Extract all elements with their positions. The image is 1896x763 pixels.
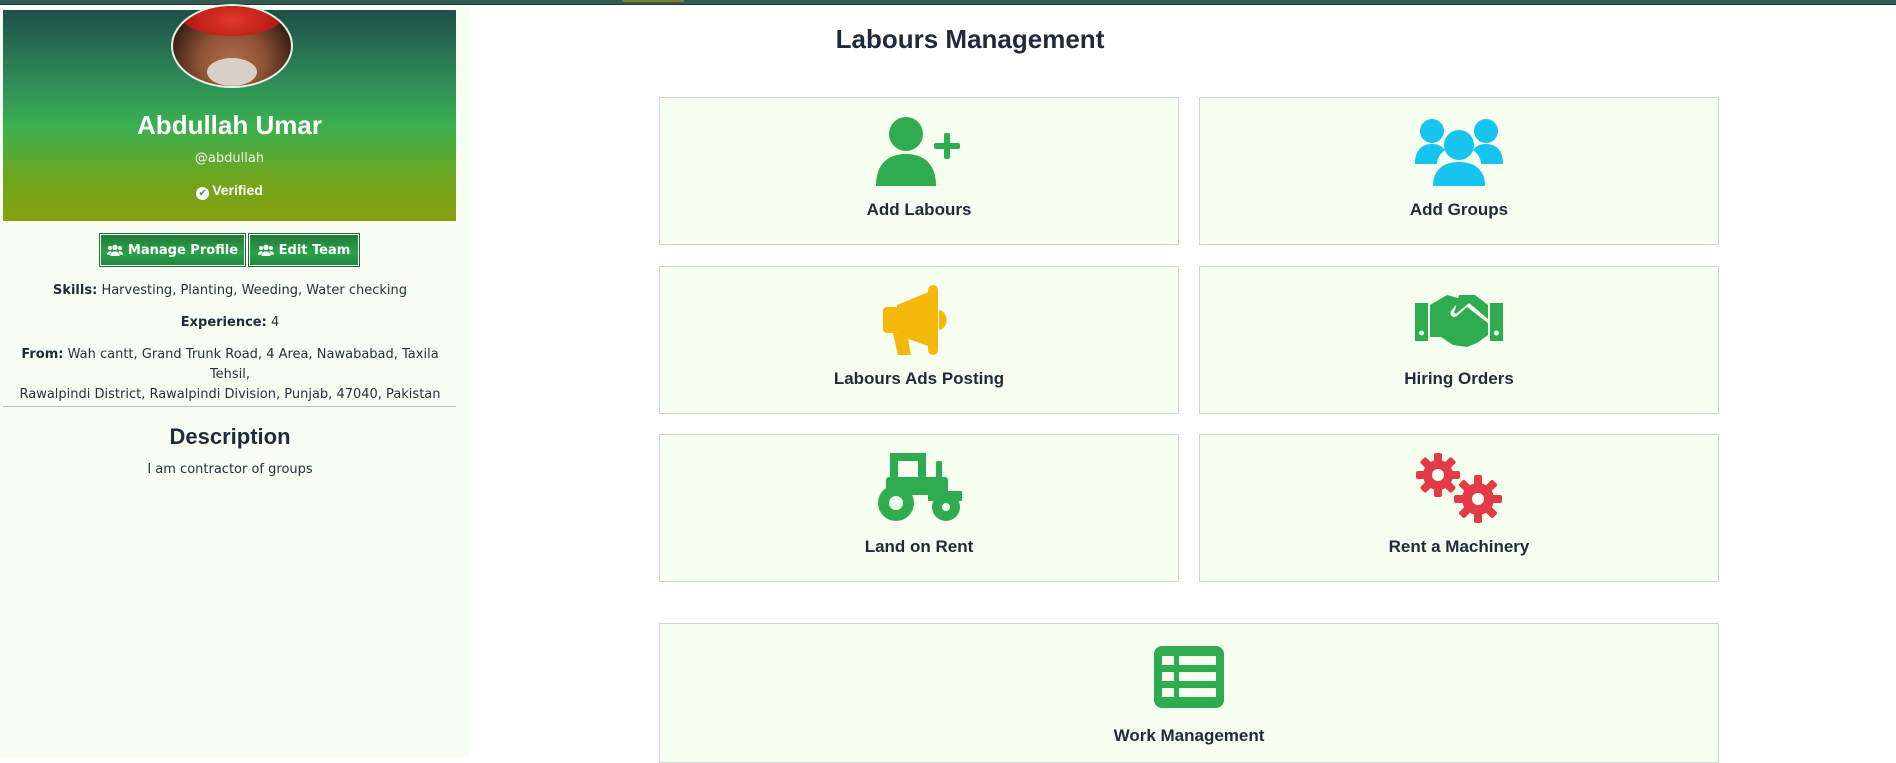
add-labours-card[interactable]: Add Labours: [659, 97, 1179, 245]
sidebar-divider: [3, 406, 456, 407]
avatar-turban: [181, 6, 283, 36]
work-management-label: Work Management: [1113, 726, 1265, 745]
skills-label: Skills:: [52, 283, 98, 298]
description-text: I am contractor of groups: [147, 462, 313, 477]
experience-label: Experience:: [180, 315, 267, 330]
handshake-icon: [1415, 295, 1503, 347]
icon-wrap: [1200, 116, 1718, 188]
icon-wrap: [1200, 285, 1718, 357]
users-icon: [257, 244, 274, 256]
users-icon: [106, 244, 123, 256]
skills-line: Skills: Harvesting, Planting, Weeding, W…: [0, 281, 460, 301]
verified-label: Verified: [212, 182, 263, 198]
add-groups-label: Add Groups: [1409, 200, 1509, 219]
profile-name: Abdullah Umar: [137, 110, 322, 140]
work-management-card[interactable]: Work Management: [659, 623, 1719, 763]
experience-line: Experience: 4: [0, 313, 460, 333]
verified-badge: ✔ Verified: [3, 182, 456, 200]
labours-ads-posting-card[interactable]: Labours Ads Posting: [659, 266, 1179, 414]
check-circle-icon: ✔: [196, 187, 210, 200]
experience-value: 4: [270, 315, 280, 330]
from-value-line2: Rawalpindi District, Rawalpindi Division…: [19, 387, 441, 402]
megaphone-icon: [883, 285, 947, 355]
land-on-rent-card[interactable]: Land on Rent: [659, 434, 1179, 582]
manage-profile-button[interactable]: Manage Profile: [99, 233, 246, 267]
add-user-icon: [876, 117, 960, 186]
edit-team-label: Edit Team: [278, 242, 351, 258]
page-title-text: Labours Management: [835, 24, 1105, 54]
from-value-line1: Wah cantt, Grand Trunk Road, 4 Area, Naw…: [67, 347, 439, 382]
icon-wrap: [660, 453, 1178, 525]
tractor-icon: [878, 453, 962, 521]
gears-icon: [1416, 453, 1502, 523]
icon-wrap: [1200, 453, 1718, 525]
hiring-orders-label: Hiring Orders: [1404, 369, 1514, 388]
manage-profile-label: Manage Profile: [127, 242, 239, 258]
from-line: From: Wah cantt, Grand Trunk Road, 4 Are…: [0, 345, 460, 405]
icon-wrap: [660, 285, 1178, 357]
skills-value: Harvesting, Planting, Weeding, Water che…: [101, 283, 408, 298]
labours-ads-posting-label: Labours Ads Posting: [833, 369, 1005, 388]
avatar: [171, 4, 293, 88]
profile-header: Abdullah Umar @abdullah ✔ Verified: [3, 4, 456, 221]
add-labours-label: Add Labours: [866, 200, 972, 219]
top-bar: [0, 0, 1896, 5]
list-icon: [1154, 646, 1224, 708]
from-label: From:: [21, 347, 64, 362]
rent-a-machinery-card[interactable]: Rent a Machinery: [1199, 434, 1719, 582]
avatar-beard: [207, 58, 257, 86]
profile-handle: @abdullah: [194, 151, 265, 166]
edit-team-button[interactable]: Edit Team: [248, 233, 360, 267]
add-groups-card[interactable]: Add Groups: [1199, 97, 1719, 245]
rent-a-machinery-label: Rent a Machinery: [1388, 537, 1530, 556]
top-bar-accent: [622, 0, 684, 2]
description-title: Description: [169, 424, 291, 449]
icon-wrap: [660, 116, 1178, 188]
land-on-rent-label: Land on Rent: [864, 537, 974, 556]
hiring-orders-card[interactable]: Hiring Orders: [1199, 266, 1719, 414]
profile-sidebar: Abdullah Umar @abdullah ✔ Verified Manage…: [0, 4, 470, 757]
icon-wrap: [660, 646, 1718, 718]
page-title: Labours Management: [470, 24, 1896, 55]
users-icon: [1415, 119, 1503, 186]
